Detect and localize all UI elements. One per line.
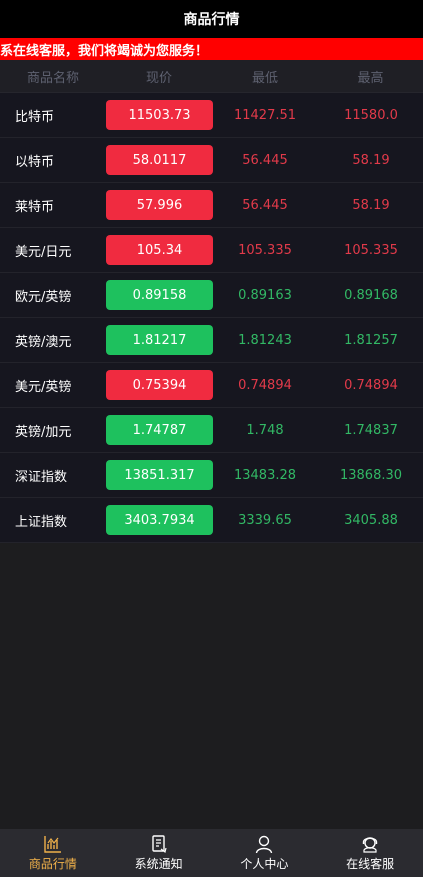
quote-high: 1.81257: [344, 332, 398, 348]
notice-text: 联系在线客服，我们将竭诚为您服务！: [0, 44, 209, 59]
quote-high: 1.74837: [344, 422, 398, 438]
quote-low: 105.335: [238, 242, 292, 258]
quote-list: 比特币 11503.73 11427.51 11580.0 以特币 58.0117 56.4…: [0, 93, 423, 543]
quote-low: 11427.51: [233, 107, 297, 123]
quote-low: 1.748: [246, 422, 284, 438]
user-icon: [256, 835, 273, 854]
quote-row[interactable]: 以特币 58.0117 56.445 58.19: [0, 138, 423, 183]
quote-low: 56.445: [242, 197, 288, 213]
quote-high: 13868.30: [339, 467, 403, 483]
quote-price: 0.75394: [106, 370, 213, 400]
quote-price: 0.89158: [106, 280, 213, 310]
quote-high: 0.89168: [344, 287, 398, 303]
tab-label: 在线客服: [346, 857, 395, 871]
quote-row[interactable]: 英镑/澳元 1.81217 1.81243 1.81257: [0, 318, 423, 363]
quote-name: 以特币: [15, 154, 55, 170]
quote-low: 0.89163: [238, 287, 292, 303]
quote-row[interactable]: 深证指数 13851.317 13483.28 13868.30: [0, 453, 423, 498]
chart-icon: [44, 836, 61, 853]
page-title: 商品行情: [183, 12, 240, 28]
quote-row[interactable]: 莱特币 57.996 56.445 58.19: [0, 183, 423, 228]
bottom-tab-bar: 商品行情 系统通知 个人中心 在线客服: [0, 829, 423, 877]
tab-notice[interactable]: 系统通知: [106, 829, 212, 877]
column-header-high: 最高: [357, 70, 384, 86]
column-header-low: 最低: [251, 70, 278, 86]
quote-high: 3405.88: [344, 512, 398, 528]
tab-market[interactable]: 商品行情: [0, 829, 106, 877]
quote-name: 深证指数: [15, 469, 68, 485]
quote-price: 13851.317: [106, 460, 213, 490]
quote-high: 58.19: [352, 152, 390, 168]
quote-row[interactable]: 美元/日元 105.34 105.335 105.335: [0, 228, 423, 273]
quote-high: 0.74894: [344, 377, 398, 393]
quote-low: 56.445: [242, 152, 288, 168]
notice-banner: 联系在线客服，我们将竭诚为您服务！: [0, 38, 423, 60]
quote-price: 57.996: [106, 190, 213, 220]
quote-price: 58.0117: [106, 145, 213, 175]
quote-low: 13483.28: [233, 467, 297, 483]
quote-name: 美元/英镑: [15, 379, 72, 395]
quote-price: 3403.7934: [106, 505, 213, 535]
quote-name: 莱特币: [15, 199, 55, 215]
support-icon: [362, 837, 378, 853]
tab-label: 商品行情: [28, 857, 77, 871]
quote-row[interactable]: 上证指数 3403.7934 3339.65 3405.88: [0, 498, 423, 543]
column-header-name: 商品名称: [26, 70, 79, 86]
column-header-price: 现价: [145, 70, 172, 86]
notice-icon: [151, 835, 167, 854]
quote-name: 美元/日元: [15, 244, 72, 260]
quote-price: 11503.73: [106, 100, 213, 130]
quote-row[interactable]: 比特币 11503.73 11427.51 11580.0: [0, 93, 423, 138]
tab-label: 个人中心: [240, 857, 289, 871]
table-header: 商品名称 现价 最低 最高: [0, 60, 423, 93]
tab-profile[interactable]: 个人中心: [212, 829, 318, 877]
quote-name: 欧元/英镑: [15, 289, 72, 305]
quote-price: 1.74787: [106, 415, 213, 445]
quote-row[interactable]: 美元/英镑 0.75394 0.74894 0.74894: [0, 363, 423, 408]
quote-price: 1.81217: [106, 325, 213, 355]
quote-name: 比特币: [15, 109, 55, 125]
app-header: 商品行情: [0, 0, 423, 38]
quote-name: 英镑/澳元: [15, 334, 72, 350]
quote-high: 105.335: [344, 242, 398, 258]
quote-name: 上证指数: [15, 514, 68, 530]
quote-low: 0.74894: [238, 377, 292, 393]
quote-row[interactable]: 英镑/加元 1.74787 1.748 1.74837: [0, 408, 423, 453]
tab-label: 系统通知: [134, 857, 183, 871]
quote-name: 英镑/加元: [15, 424, 72, 440]
quote-row[interactable]: 欧元/英镑 0.89158 0.89163 0.89168: [0, 273, 423, 318]
quote-high: 58.19: [352, 197, 390, 213]
quote-high: 11580.0: [344, 107, 398, 123]
quote-low: 1.81243: [238, 332, 292, 348]
tab-support[interactable]: 在线客服: [317, 829, 423, 877]
quote-price: 105.34: [106, 235, 213, 265]
quote-low: 3339.65: [238, 512, 292, 528]
